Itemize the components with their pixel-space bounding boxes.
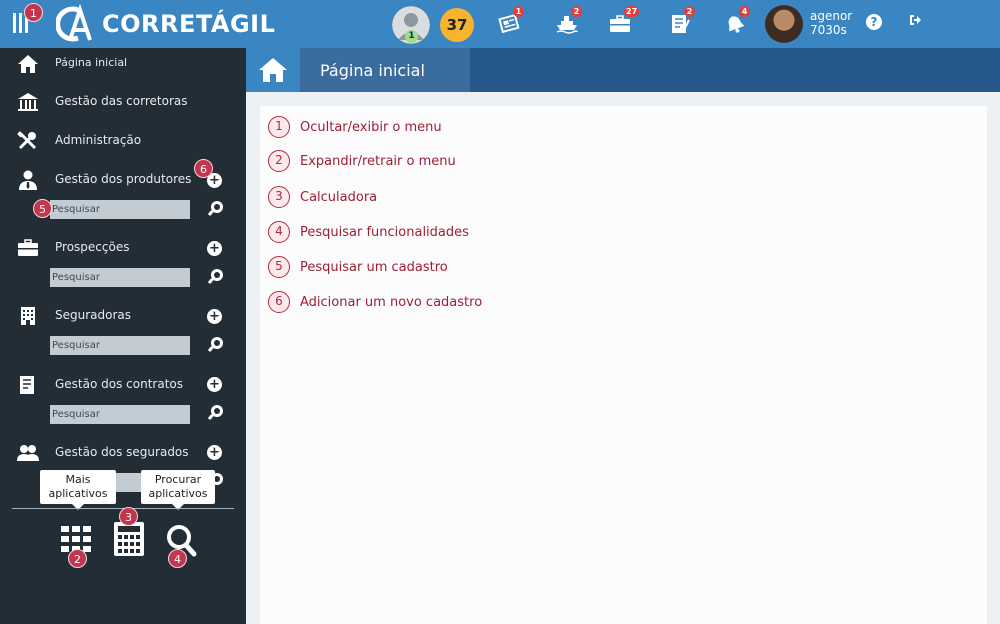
user-info[interactable]: agenor 7030s [810,9,852,37]
search-icon[interactable] [208,404,224,420]
legend-item: 4 Pesquisar funcionalidades [268,220,469,244]
ship-count: 2 [571,6,582,17]
newspaper-button[interactable]: 1 [496,6,526,40]
tooltip-search-apps: Procurar aplicativos [141,470,215,510]
logo[interactable]: CORRETÁGIL [55,3,276,44]
logo-text: CORRETÁGIL [102,10,276,38]
page-header: Página inicial [246,48,1000,92]
sidebar-item-home[interactable]: Página inicial [0,50,246,78]
main-content: 1 Ocultar/exibir o menu 2 Expandir/retra… [260,106,987,624]
add-prospeccao-button[interactable]: + [207,241,222,256]
add-seguradora-button[interactable]: + [207,309,222,324]
home-button[interactable] [246,48,300,92]
calculator-badge: 3 [119,507,138,526]
newspaper-icon [498,14,520,34]
score-badge[interactable]: 37 [440,8,474,42]
contract-icon [20,376,34,394]
sidebar-item-label: Gestão dos produtores [55,172,192,186]
briefcase-count: 27 [624,6,640,17]
tooltip-more-apps: Mais aplicativos [40,470,116,510]
legend-text: Adicionar um novo cadastro [300,294,483,310]
add-segurado-button[interactable]: + [207,445,222,460]
sidebar-item-label: Prospecções [55,240,130,254]
home-icon [259,58,287,82]
search-prospeccoes-input[interactable] [50,268,190,287]
building-columns-icon [18,93,38,111]
tools-icon [17,131,37,150]
top-bar: 1 CORRETÁGIL 1 37 1 2 27 2 4 agenor 7030… [0,0,1000,48]
sidebar-item-label: Página inicial [55,56,128,69]
legend-number: 3 [268,186,290,208]
bell-button[interactable]: 4 [722,6,752,40]
help-icon[interactable]: ? [866,14,882,30]
office-building-icon [21,307,35,325]
ship-icon [556,16,578,34]
search-icon[interactable] [208,336,224,352]
contract-button[interactable]: 2 [667,6,697,40]
search-badge: 5 [33,199,52,218]
menu-toggle-badge: 1 [24,3,43,22]
bell-count: 4 [739,6,750,17]
level-badge: 1 [405,30,418,43]
legend-number: 6 [268,291,290,313]
user-avatar[interactable] [765,5,803,43]
home-icon [18,55,38,73]
search-seguradoras-input[interactable] [50,336,190,355]
contract-count: 2 [684,6,695,17]
search-icon[interactable] [208,200,224,216]
contract-icon [672,15,690,33]
calculator-icon[interactable] [114,522,144,556]
logo-icon [55,3,96,44]
legend-item: 1 Ocultar/exibir o menu [268,115,442,139]
legend-number: 5 [268,256,290,278]
sidebar: Página inicial Gestão das corretoras Adm… [0,48,246,624]
briefcase-icon [610,15,630,32]
search-apps-badge: 4 [168,549,187,568]
add-badge: 6 [194,159,213,178]
briefcase-button[interactable]: 27 [607,6,640,40]
sidebar-item-label: Administração [55,133,142,147]
legend-text: Pesquisar funcionalidades [300,224,469,240]
search-contratos-input[interactable] [50,405,190,424]
users-icon [17,445,39,461]
user-name: agenor [810,9,853,23]
bell-icon [728,16,745,33]
legend-item: 6 Adicionar um novo cadastro [268,290,482,314]
legend-item: 5 Pesquisar um cadastro [268,255,448,279]
briefcase-icon [18,239,38,256]
sidebar-item-label: Gestão das corretoras [55,94,188,108]
sidebar-item-corretoras[interactable]: Gestão das corretoras [0,88,246,116]
user-tie-icon [19,170,37,190]
add-contrato-button[interactable]: + [207,377,222,392]
page-title: Página inicial [320,61,425,80]
legend-text: Pesquisar um cadastro [300,259,448,275]
legend-number: 1 [268,116,290,138]
sidebar-item-label: Seguradoras [55,308,132,322]
legend-item: 3 Calculadora [268,185,377,209]
legend-text: Ocultar/exibir o menu [300,119,442,135]
legend-number: 4 [268,221,290,243]
level-avatar[interactable]: 1 [392,6,430,44]
sidebar-item-label: Gestão dos contratos [55,377,184,391]
logout-icon[interactable] [908,13,922,31]
search-icon[interactable] [208,268,224,284]
sidebar-item-administracao[interactable]: Administração [0,127,246,155]
legend-item: 2 Expandir/retrair o menu [268,149,456,173]
legend-number: 2 [268,150,290,172]
search-produtores-input[interactable] [50,200,190,219]
sidebar-item-label: Gestão dos segurados [55,445,189,459]
legend-text: Expandir/retrair o menu [300,153,456,169]
page-title-tab: Página inicial [300,48,470,92]
legend-text: Calculadora [300,189,378,205]
newspaper-count: 1 [513,6,524,17]
more-apps-badge: 2 [68,549,87,568]
ship-button[interactable]: 2 [554,6,584,40]
user-code: 7030s [810,23,847,37]
